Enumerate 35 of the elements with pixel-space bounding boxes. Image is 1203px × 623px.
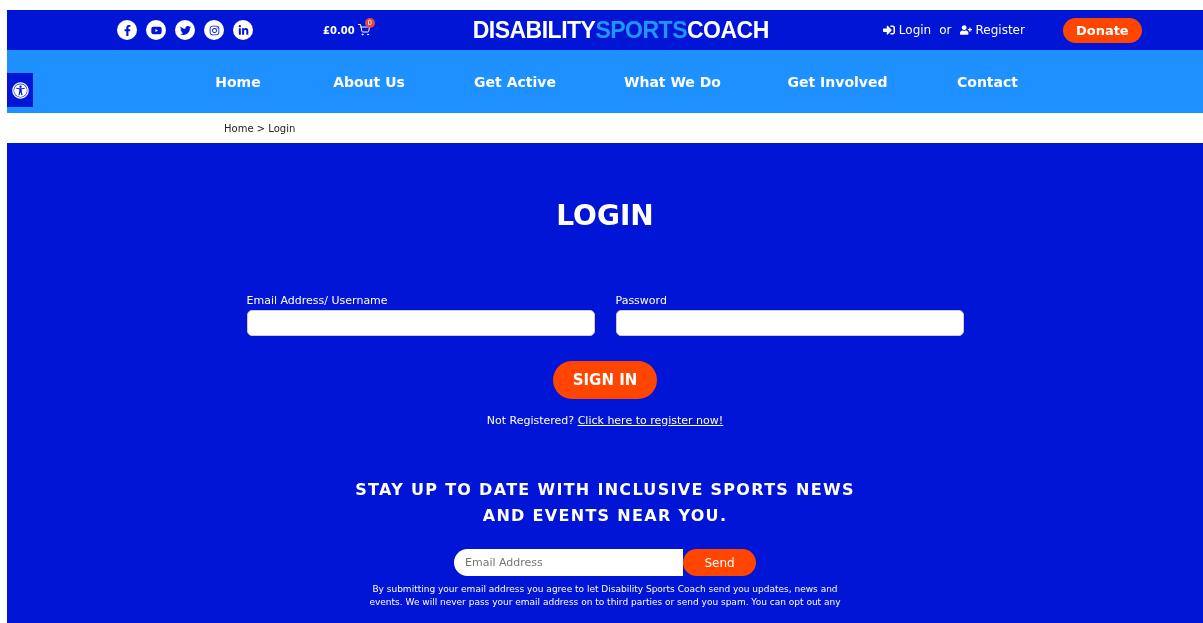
accessibility-button[interactable] <box>7 73 33 107</box>
input-field[interactable] <box>615 310 964 336</box>
cart-total: £0.00 <box>323 24 355 36</box>
nav-link[interactable]: Get Active <box>445 73 585 90</box>
field-label: Email Address/ Username <box>246 294 389 307</box>
newsletter-email-field[interactable]: Email Address <box>454 549 683 576</box>
or-text: or <box>939 23 952 37</box>
breadcrumb: Home > Login <box>224 122 296 134</box>
page-title: LOGIN <box>556 199 654 232</box>
send-button[interactable]: Send <box>683 549 756 576</box>
nav-link[interactable]: Get Involved <box>760 73 915 90</box>
nav-link[interactable]: About Us <box>293 73 445 90</box>
facebook-icon[interactable] <box>117 20 137 40</box>
field-label: Password <box>615 294 668 307</box>
add-user-icon <box>959 24 972 36</box>
youtube-icon[interactable] <box>146 20 166 40</box>
register-now-link[interactable]: Click here to register now! <box>577 414 724 427</box>
sign-in-icon <box>882 24 895 36</box>
instagram-icon[interactable] <box>204 20 224 40</box>
login-link[interactable]: Login <box>882 23 932 37</box>
sign-in-button[interactable]: SIGN IN <box>552 361 658 399</box>
cart-icon[interactable] <box>357 24 370 36</box>
accessibility-icon <box>11 81 29 99</box>
newsletter-disclaimer: By submitting your email address you agree to let Disability Sports Coach send you updates, news and events. We will never pass your email address on to third parties or send you spam. You can opt out any <box>368 583 842 609</box>
site-logo[interactable]: DISABILITYSPORTSCOACH <box>472 16 769 44</box>
nav-link[interactable]: Contact <box>915 73 1060 90</box>
register-prompt: Not Registered? Click here to register now! <box>486 414 724 427</box>
donate-button[interactable]: Donate <box>1062 17 1142 43</box>
input-field[interactable] <box>246 310 595 336</box>
linkedin-icon[interactable] <box>233 20 253 40</box>
twitter-icon[interactable] <box>175 20 195 40</box>
register-link[interactable]: Register <box>959 23 1025 37</box>
nav-link[interactable]: Home <box>183 73 293 90</box>
newsletter-heading: STAY UP TO DATE WITH INCLUSIVE SPORTS NEWS AND EVENTS NEAR YOU. <box>355 479 855 527</box>
nav-link[interactable]: What We Do <box>585 73 760 90</box>
